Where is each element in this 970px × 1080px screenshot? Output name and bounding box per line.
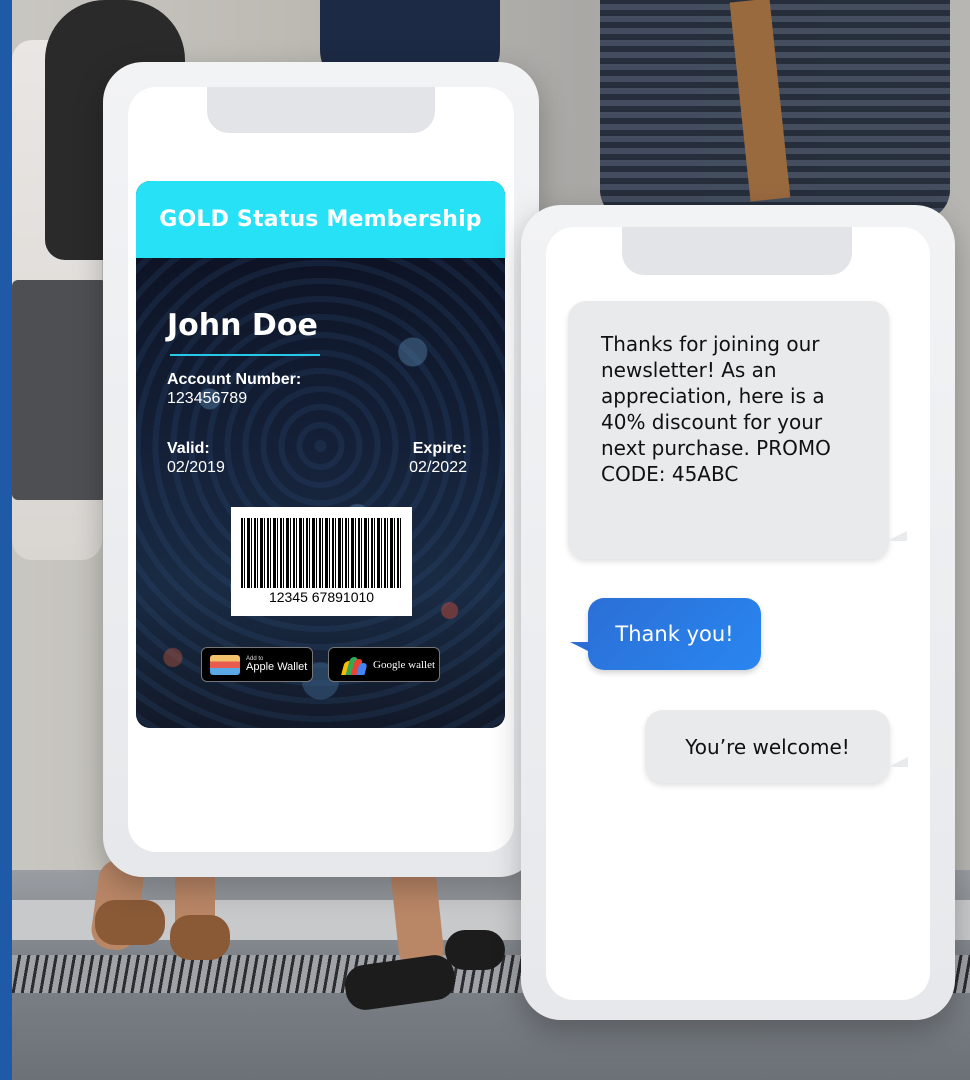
shoe-shape (445, 930, 505, 970)
left-accent-strip (0, 0, 12, 1080)
valid-date: 02/2019 (167, 459, 225, 476)
shoe-shape (95, 900, 165, 945)
google-wallet-label: Google wallet (373, 658, 436, 671)
barcode-number: 12345 67891010 (268, 589, 375, 605)
account-number-label: Account Number: (167, 371, 302, 388)
chat-message-text: You’re welcome! (685, 734, 850, 759)
barcode-bars (241, 518, 401, 588)
chat-message-outgoing: Thank you! (570, 598, 761, 670)
bubble-tail (888, 757, 908, 767)
chat-message-text: Thank you! (615, 622, 734, 646)
apple-wallet-icon (210, 654, 240, 675)
phone-notch (622, 227, 852, 275)
bubble-tail (570, 642, 590, 652)
google-wallet-button[interactable]: Google wallet (328, 647, 440, 682)
card-title: GOLD Status Membership (159, 207, 482, 232)
name-underline (170, 354, 320, 356)
apple-wallet-text: Add to Apple Wallet (246, 656, 307, 673)
shopping-bag (12, 280, 107, 500)
phone-notch (207, 87, 435, 133)
google-wallet-icon (341, 655, 368, 675)
card-header: GOLD Status Membership (136, 181, 505, 258)
chat-message-incoming: Thanks for joining our newsletter! As an… (568, 301, 907, 559)
barcode: 12345 67891010 (231, 507, 412, 616)
shoe-shape (170, 915, 230, 960)
membership-card: GOLD Status Membership John Doe Account … (136, 181, 505, 728)
account-number-value: 123456789 (167, 390, 248, 407)
expire-date: 02/2022 (409, 459, 467, 476)
valid-label: Valid: (167, 440, 210, 457)
chat-message-text: Thanks for joining our newsletter! As an… (601, 332, 831, 486)
expire-label: Expire: (412, 440, 467, 457)
member-name: John Doe (167, 308, 318, 343)
bubble-tail (887, 531, 907, 541)
add-to-apple-wallet-button[interactable]: Add to Apple Wallet (201, 647, 313, 682)
chat-message-incoming: You’re welcome! (645, 710, 908, 783)
apple-wallet-label: Apple Wallet (246, 661, 308, 673)
